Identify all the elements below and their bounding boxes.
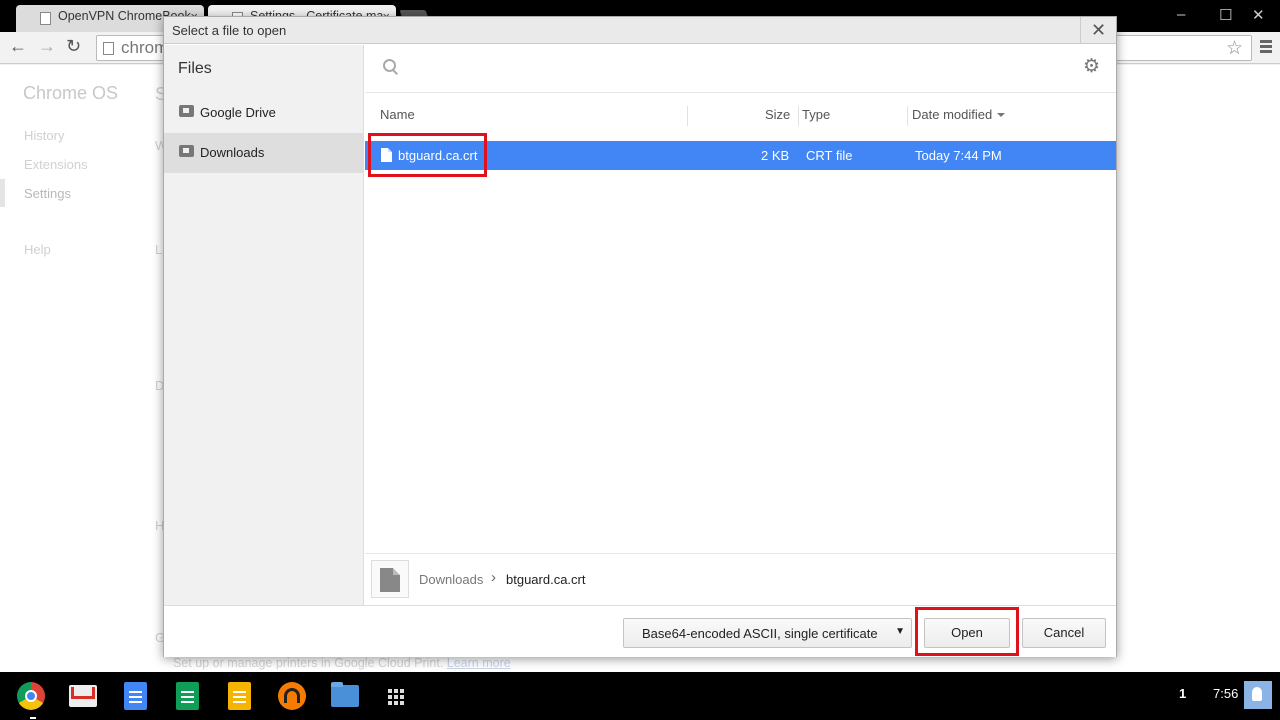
file-size: 2 KB	[761, 148, 790, 163]
file-type-select-value: Base64-encoded ASCII, single certificate	[642, 626, 878, 641]
breadcrumb-downloads[interactable]: Downloads	[419, 572, 483, 587]
avatar[interactable]	[1244, 681, 1272, 709]
highlight-box-file	[368, 133, 487, 177]
file-list-pane: ⚙ Name Size Type Date modified btguard.c…	[365, 45, 1116, 605]
file-preview-icon	[371, 560, 409, 598]
shelf: 1 7:56	[0, 672, 1280, 720]
page-icon	[103, 42, 114, 55]
clock[interactable]: 7:56	[1213, 686, 1238, 701]
file-type: CRT file	[806, 148, 853, 163]
window-close-icon[interactable]: ✕	[1252, 6, 1265, 24]
learn-more-link[interactable]: Learn more	[447, 656, 511, 670]
column-size[interactable]: Size	[765, 107, 790, 122]
sidebar-item-label: Google Drive	[200, 105, 276, 120]
nav-history[interactable]: History	[24, 128, 64, 143]
cancel-button[interactable]: Cancel	[1022, 618, 1106, 648]
file-type-select[interactable]: Base64-encoded ASCII, single certificate…	[623, 618, 912, 648]
sidebar-item-label: Downloads	[200, 145, 265, 160]
column-divider[interactable]	[907, 106, 908, 126]
dropdown-arrow-icon: ▼	[895, 626, 905, 637]
file-date: Today 7:44 PM	[915, 148, 1002, 163]
column-name[interactable]: Name	[380, 107, 415, 122]
page-icon	[40, 12, 51, 25]
search-icon[interactable]	[383, 59, 397, 73]
gear-icon[interactable]: ⚙	[1083, 57, 1100, 76]
forward-icon[interactable]: →	[38, 36, 56, 57]
drive-folder-icon	[179, 105, 194, 117]
play-music-app-icon[interactable]	[278, 682, 306, 710]
search-bar: ⚙	[365, 45, 1116, 93]
reload-icon[interactable]: ↻	[66, 36, 81, 57]
files-app-icon[interactable]	[331, 682, 359, 707]
column-divider[interactable]	[798, 106, 799, 126]
menu-icon[interactable]	[1260, 40, 1272, 55]
back-icon[interactable]: ←	[9, 36, 27, 57]
notification-count[interactable]: 1	[1179, 686, 1186, 701]
chrome-app-icon[interactable]	[17, 682, 45, 710]
breadcrumb: Downloads › btguard.ca.crt	[365, 553, 1116, 605]
breadcrumb-current-file[interactable]: btguard.ca.crt	[506, 572, 586, 587]
maximize-icon[interactable]: ☐	[1219, 6, 1232, 24]
nav-help[interactable]: Help	[24, 242, 51, 257]
sidebar-item-google-drive[interactable]: Google Drive	[164, 93, 363, 133]
page-brand: Chrome OS	[23, 83, 119, 103]
running-indicator	[30, 717, 36, 719]
star-icon[interactable]: ☆	[1226, 37, 1243, 60]
sidebar-heading: Files	[178, 60, 212, 77]
column-divider[interactable]	[687, 106, 688, 126]
sort-descending-icon	[997, 113, 1006, 117]
minimize-icon[interactable]: –	[1177, 6, 1185, 23]
slides-app-icon[interactable]	[228, 682, 251, 710]
sidebar-item-downloads[interactable]: Downloads	[164, 133, 363, 173]
dialog-titlebar: Select a file to open ✕	[164, 17, 1116, 44]
dialog-close-icon[interactable]: ✕	[1080, 17, 1116, 44]
downloads-folder-icon	[179, 145, 194, 157]
sheets-app-icon[interactable]	[176, 682, 199, 710]
nav-settings[interactable]: Settings	[24, 186, 71, 201]
files-sidebar: Files Google Drive Downloads	[164, 45, 364, 605]
nav-active-indicator	[0, 179, 5, 207]
dialog-title: Select a file to open	[172, 23, 287, 38]
section-letter: L	[155, 242, 163, 257]
cloud-print-description: Set up or manage printers in Google Clou…	[173, 656, 444, 670]
cloud-print-text: Set up or manage printers in Google Clou…	[173, 656, 511, 670]
column-date-modified[interactable]: Date modified	[912, 107, 1006, 122]
address-text: chrom	[121, 38, 169, 57]
column-date-label: Date modified	[912, 107, 993, 122]
highlight-box-open	[915, 607, 1019, 656]
nav-extensions[interactable]: Extensions	[24, 157, 88, 172]
file-open-dialog: Select a file to open ✕ Files Google Dri…	[163, 16, 1117, 657]
docs-app-icon[interactable]	[124, 682, 147, 710]
app-launcher-icon[interactable]	[388, 689, 404, 705]
chevron-right-icon: ›	[491, 569, 496, 586]
gmail-app-icon[interactable]	[69, 685, 97, 707]
column-type[interactable]: Type	[802, 107, 830, 122]
